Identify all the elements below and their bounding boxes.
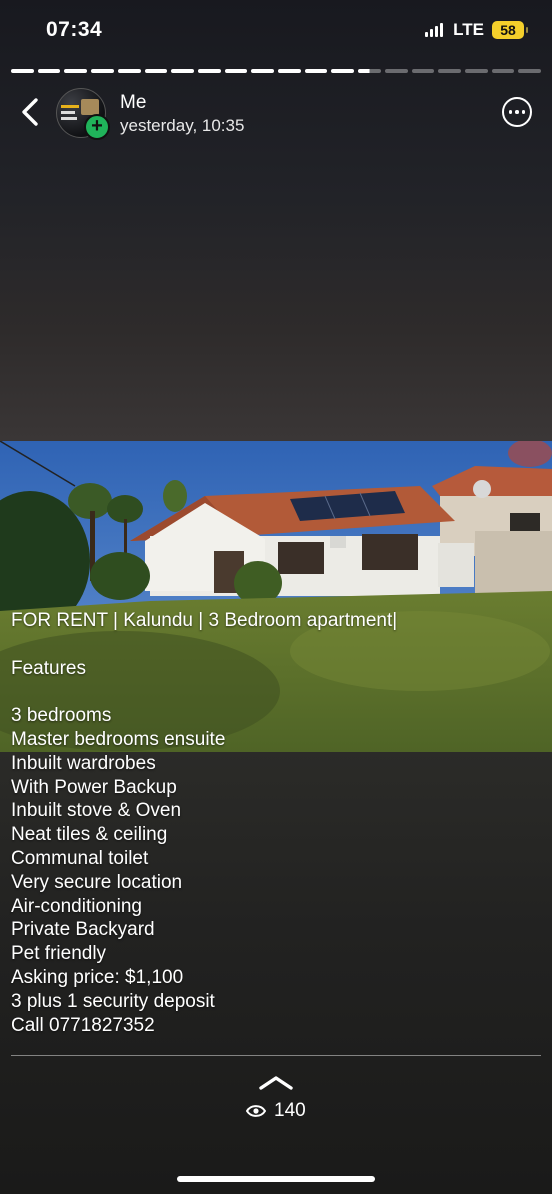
story-progress-segment [171, 69, 194, 73]
story-progress-segment [358, 69, 381, 73]
caption-line: Inbuilt wardrobes [11, 752, 156, 774]
story-progress-segment [384, 69, 408, 73]
story-progress-segment [224, 69, 248, 73]
post-timestamp: yesterday, 10:35 [120, 116, 245, 135]
view-count[interactable]: 140 [246, 1100, 306, 1122]
story-progress-segment [11, 69, 34, 73]
caption-features-heading: Features [11, 657, 86, 679]
story-background-top [0, 0, 552, 441]
story-progress-segment [518, 69, 542, 73]
caption-line: Call 0771827352 [11, 1014, 155, 1036]
caption-divider [11, 1055, 541, 1056]
chevron-up-icon[interactable] [258, 1075, 294, 1091]
network-type: LTE [453, 20, 484, 39]
caption-line: Air-conditioning [11, 895, 142, 917]
signal-icon [425, 23, 444, 37]
story-progress-segment [251, 69, 275, 73]
caption-title: FOR RENT | Kalundu | 3 Bedroom apartment… [11, 610, 398, 631]
status-time: 07:34 [46, 18, 103, 41]
sender-name: Me [120, 92, 147, 113]
story-progress-segment [304, 69, 328, 73]
caption-line: Very secure location [11, 871, 183, 893]
caption-line: Neat tiles & ceiling [11, 824, 168, 846]
story-progress-segment [144, 69, 168, 73]
status-indicators: LTE 58 [425, 20, 528, 40]
story-progress-segment [117, 69, 141, 73]
home-indicator[interactable] [177, 1176, 375, 1182]
caption-line: Master bedrooms ensuite [11, 728, 226, 750]
battery-level: 58 [500, 22, 516, 38]
caption-line: Asking price: $1,100 [11, 966, 184, 988]
story-progress-segment [37, 69, 61, 73]
caption-line: 3 bedrooms [11, 705, 112, 727]
caption-line: With Power Backup [11, 776, 177, 798]
story-progress-segment [464, 69, 488, 73]
more-options-icon [508, 110, 513, 114]
chevron-left-icon [22, 98, 38, 126]
eye-icon [246, 1105, 266, 1117]
status-caption: FOR RENT | Kalundu | 3 Bedroom apartment… [11, 609, 541, 1037]
story-progress-segment [91, 69, 114, 73]
caption-line: 3 plus 1 security deposit [11, 990, 215, 1012]
story-progress-segment [491, 69, 515, 73]
more-options-button[interactable] [502, 97, 532, 127]
caption-line: Pet friendly [11, 943, 107, 965]
story-progress-segment [278, 69, 301, 73]
view-count-value: 140 [274, 1100, 306, 1121]
story-progress-segment [64, 69, 88, 73]
story-progress-segment [331, 69, 355, 73]
plus-icon[interactable]: + [84, 114, 110, 140]
caption-line: Communal toilet [11, 847, 149, 869]
story-progress-segment [197, 69, 221, 73]
caption-line: Inbuilt stove & Oven [11, 800, 182, 822]
story-progress-segment [411, 69, 435, 73]
battery-icon: 58 [492, 21, 528, 39]
back-button[interactable] [16, 96, 44, 128]
story-progress-bar [11, 69, 542, 73]
caption-line: Private Backyard [11, 919, 155, 941]
story-progress-segment [438, 69, 461, 73]
